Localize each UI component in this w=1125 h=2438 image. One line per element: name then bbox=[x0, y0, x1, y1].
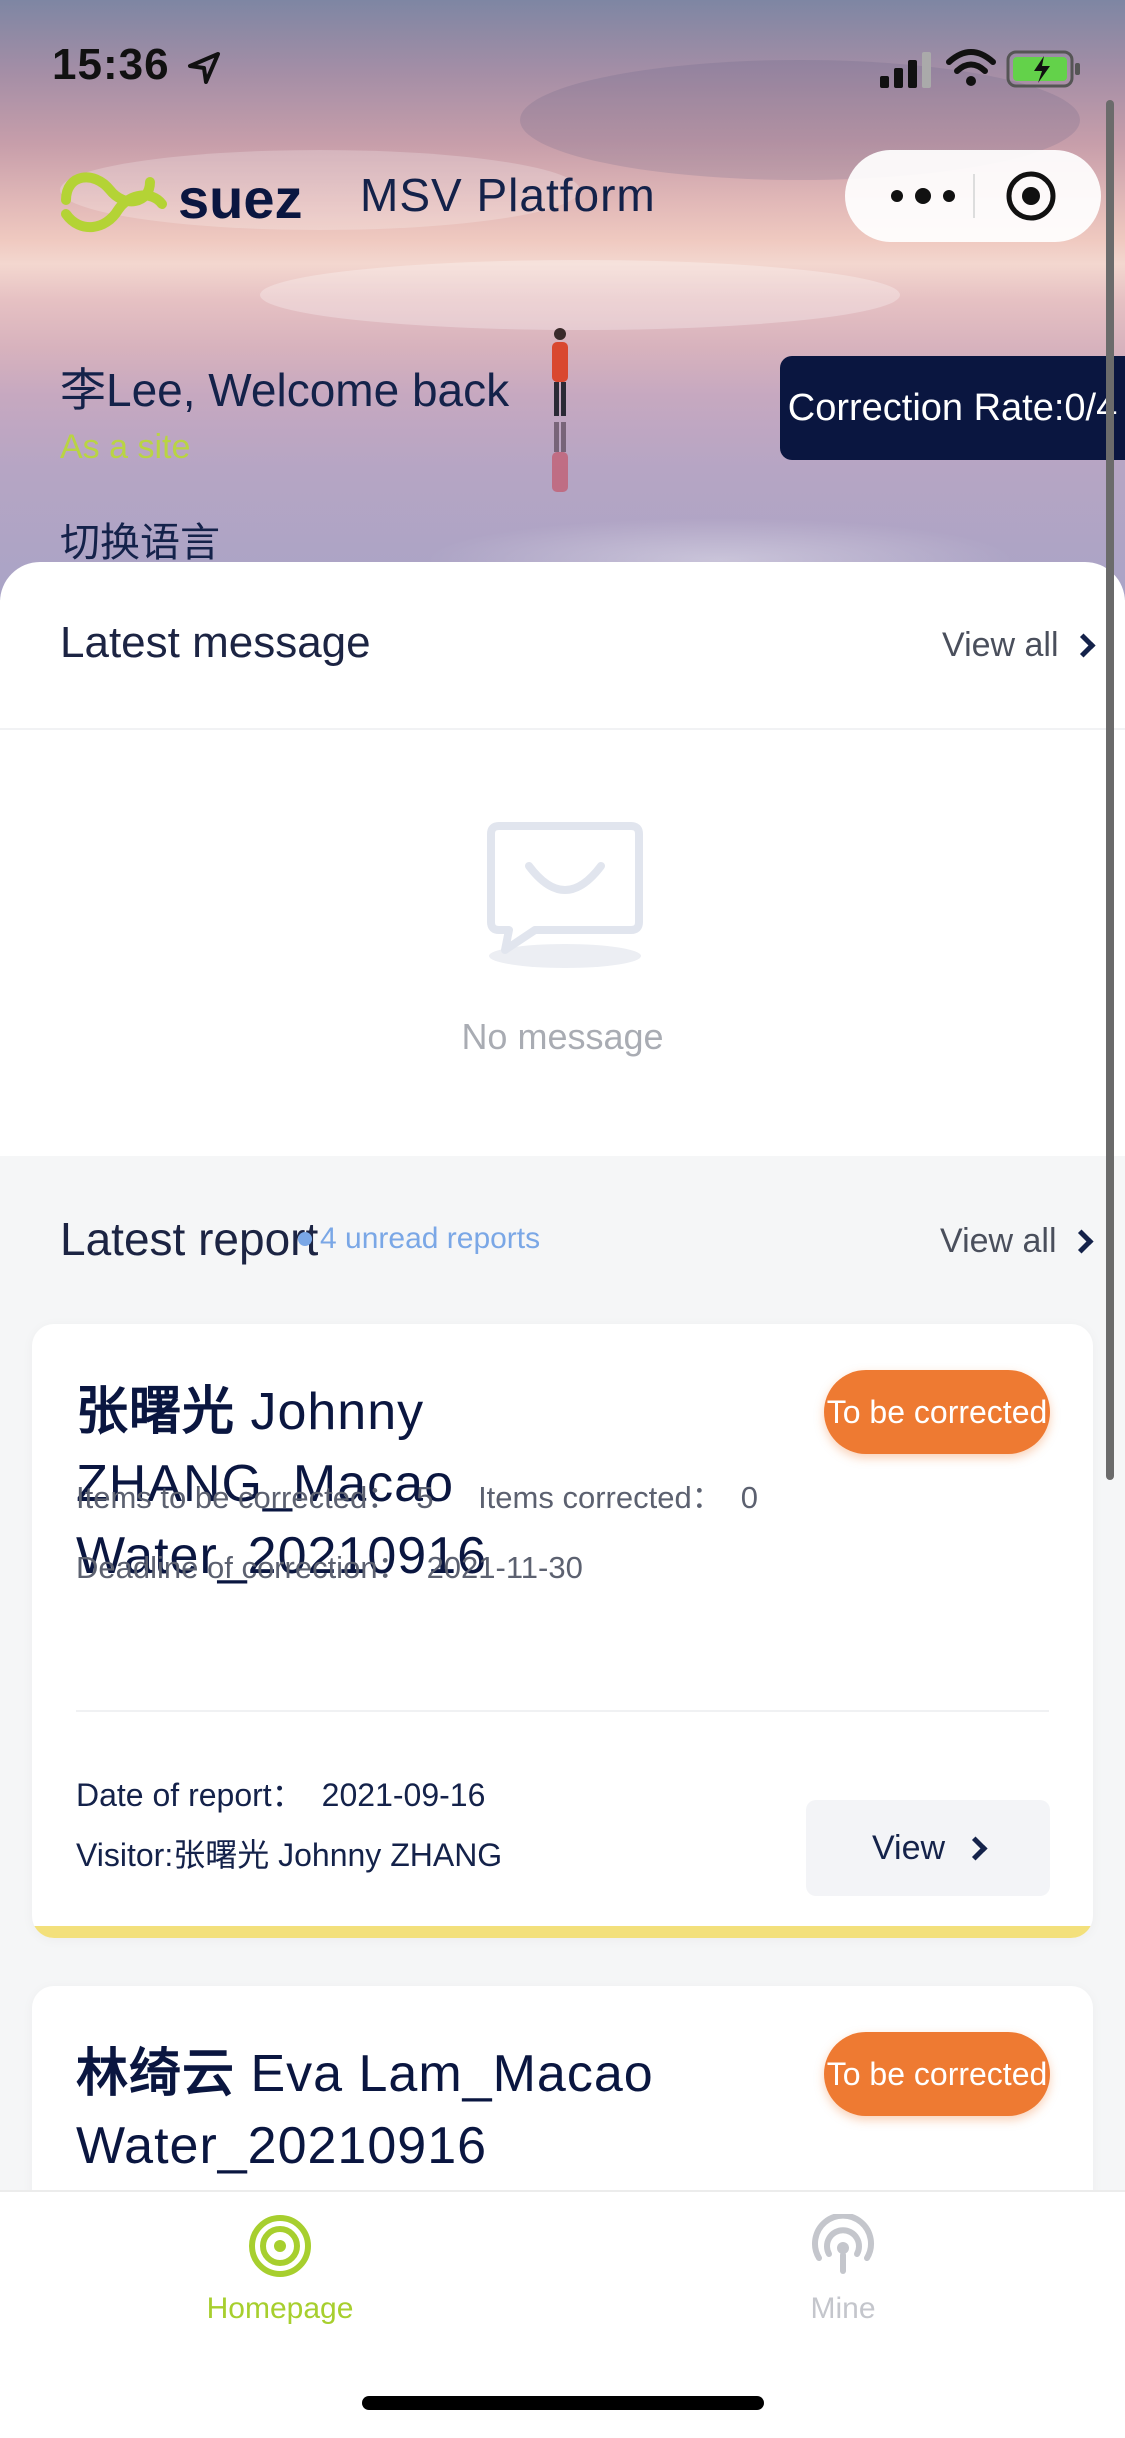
card-accent-bar bbox=[32, 1926, 1093, 1938]
chevron-right-icon bbox=[1069, 1229, 1094, 1254]
items-to-correct-value: 5 bbox=[416, 1480, 434, 1515]
report-date-value: 2021-09-16 bbox=[321, 1777, 486, 1813]
latest-message-title: Latest message bbox=[60, 618, 371, 667]
visitor-text: Visitor:张曙光 Johnny ZHANG bbox=[76, 1837, 503, 1873]
view-button-label: View bbox=[871, 1828, 946, 1867]
status-badge: To be corrected bbox=[824, 1370, 1050, 1454]
deadline-row: Deadline of correction： 2021-11-30 bbox=[76, 1542, 583, 1587]
items-corrected-label: Items corrected： bbox=[478, 1480, 723, 1515]
report-date-label: Date of report： bbox=[76, 1777, 304, 1813]
report-card[interactable]: 张曙光 Johnny ZHANG_Macao Water_20210916 To… bbox=[32, 1324, 1093, 1938]
report-date-row: Date of report： 2021-09-16 bbox=[76, 1770, 485, 1816]
correction-counts: Items to be corrected： 5 Items corrected：… bbox=[76, 1472, 758, 1517]
empty-message-icon bbox=[487, 822, 643, 968]
platform-title: MSV Platform bbox=[360, 169, 656, 221]
mini-program-capsule bbox=[845, 150, 1101, 242]
svg-text:suez: suez bbox=[178, 167, 303, 230]
user-role: As a site bbox=[60, 428, 191, 466]
deadline-label: Deadline of correction： bbox=[76, 1550, 409, 1585]
person-figure bbox=[552, 328, 568, 492]
tab-mine[interactable]: Mine bbox=[693, 2192, 993, 2372]
view-all-label: View all bbox=[940, 1222, 1057, 1260]
report-author-cn: 张曙光 bbox=[76, 1383, 236, 1441]
battery-icon bbox=[1006, 50, 1080, 88]
no-message-text: No message bbox=[461, 1016, 664, 1057]
cellular-signal-icon bbox=[880, 52, 931, 88]
chevron-right-icon bbox=[963, 1835, 988, 1861]
location-arrow-icon bbox=[188, 52, 220, 84]
divider bbox=[0, 728, 1125, 730]
divider bbox=[76, 1710, 1049, 1712]
cloud-decoration bbox=[260, 260, 900, 330]
view-report-button[interactable]: View bbox=[806, 1800, 1050, 1896]
unread-dot-icon bbox=[298, 1232, 312, 1246]
unread-count: 4 unread reports bbox=[320, 1222, 541, 1255]
more-dots-icon bbox=[891, 188, 955, 204]
suez-logo: suez bbox=[61, 167, 303, 233]
items-to-correct-label: Items to be corrected： bbox=[76, 1480, 399, 1515]
welcome-message: 李Lee, Welcome back bbox=[60, 364, 510, 416]
status-badge: To be corrected bbox=[824, 2032, 1050, 2116]
report-author-cn: 林绮云 bbox=[76, 2045, 236, 2103]
chevron-right-icon bbox=[1071, 633, 1096, 658]
correction-rate-badge: Correction Rate:0/4 bbox=[780, 356, 1125, 460]
tab-mine-label: Mine bbox=[810, 2292, 876, 2325]
capsule-divider bbox=[973, 174, 975, 218]
language-switch[interactable]: 切换语言 bbox=[60, 510, 220, 568]
deadline-value: 2021-11-30 bbox=[426, 1550, 583, 1585]
mine-signal-icon bbox=[812, 2214, 874, 2274]
wifi-icon bbox=[946, 49, 996, 86]
target-circle-icon bbox=[1006, 171, 1056, 221]
close-mini-program-button[interactable] bbox=[1001, 170, 1061, 222]
latest-message-card: Latest message View all No message bbox=[0, 562, 1125, 1156]
reports-view-all-link[interactable]: View all bbox=[940, 1222, 1094, 1261]
latest-report-title: Latest report bbox=[60, 1213, 319, 1265]
home-indicator[interactable] bbox=[362, 2396, 764, 2410]
tab-homepage-label: Homepage bbox=[206, 2292, 354, 2325]
home-signal-icon bbox=[249, 2215, 311, 2277]
scrollbar[interactable] bbox=[1106, 100, 1114, 1480]
view-all-label: View all bbox=[942, 626, 1059, 664]
more-menu-button[interactable] bbox=[883, 176, 963, 216]
status-bar: 15:36 bbox=[0, 0, 1125, 140]
unread-reports-indicator: 4 unread reports bbox=[298, 1222, 540, 1256]
tab-homepage[interactable]: Homepage bbox=[130, 2192, 430, 2372]
items-corrected-value: 0 bbox=[740, 1480, 758, 1515]
status-time: 15:36 bbox=[52, 40, 170, 89]
messages-view-all-link[interactable]: View all bbox=[942, 626, 1096, 665]
report-title: 林绮云 Eva Lam_Macao Water_20210916 bbox=[76, 2038, 816, 2182]
